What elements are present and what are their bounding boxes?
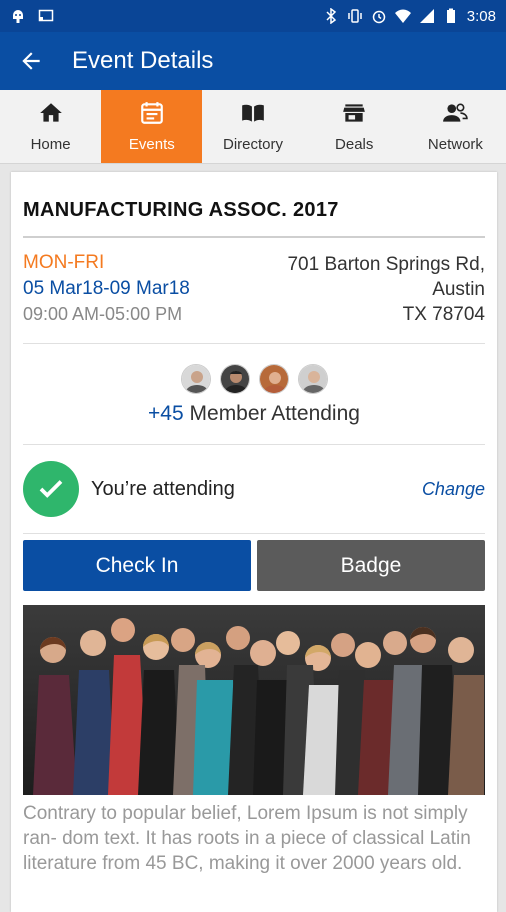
- tab-label: Events: [128, 136, 175, 153]
- check-icon: [23, 461, 79, 517]
- avatar: [180, 364, 211, 394]
- tab-network[interactable]: Network: [405, 90, 506, 163]
- action-buttons: Check In Badge: [23, 534, 485, 605]
- event-address[interactable]: 701 Barton Springs Rd, Austin TX 78704: [287, 252, 485, 327]
- event-card: MANUFACTURING ASSOC. 2017 MON-FRI 05 Mar…: [11, 172, 497, 912]
- battery-icon: [443, 8, 459, 24]
- tab-directory[interactable]: Directory: [202, 90, 303, 163]
- status-bar: 3:08: [0, 0, 506, 32]
- event-time: 09:00 AM-05:00 PM: [23, 304, 183, 324]
- arrow-left-icon[interactable]: [18, 47, 46, 75]
- tab-label: Directory: [223, 136, 284, 153]
- tab-label: Home: [30, 136, 71, 153]
- cast-icon: [38, 8, 54, 24]
- people-icon: [442, 100, 469, 130]
- book-icon: [240, 100, 266, 130]
- app-bar: Event Details: [0, 32, 506, 90]
- tab-events[interactable]: Events: [101, 90, 203, 163]
- page-title: Event Details: [72, 47, 214, 74]
- avatar: [219, 364, 250, 394]
- address-line2: Austin: [432, 279, 485, 300]
- avatar: [297, 364, 328, 394]
- wifi-icon: [394, 8, 411, 24]
- status-time: 3:08: [466, 7, 496, 25]
- attendees-section[interactable]: +45 Member Attending: [23, 344, 485, 445]
- event-dates: MON-FRI 05 Mar18-09 Mar18 09:00 AM-05:00…: [23, 252, 190, 327]
- bluetooth-icon: [323, 7, 339, 25]
- attending-status: You’re attending Change: [23, 445, 485, 534]
- attendee-count-line: +45 Member Attending: [23, 402, 485, 426]
- tab-deals[interactable]: Deals: [304, 90, 405, 163]
- attendee-avatars: [23, 364, 485, 394]
- alarm-icon: [371, 8, 387, 24]
- address-line1: 701 Barton Springs Rd,: [287, 254, 485, 275]
- event-title: MANUFACTURING ASSOC. 2017: [23, 172, 485, 238]
- tab-label: Network: [427, 136, 483, 153]
- home-icon: [38, 100, 64, 130]
- tab-bar: Home Events Directory Deals Network: [0, 90, 506, 164]
- address-line3: TX 78704: [402, 304, 485, 325]
- change-link[interactable]: Change: [422, 479, 485, 500]
- vibrate-icon: [347, 8, 363, 24]
- event-description: Contrary to popular belief, Lorem Ipsum …: [23, 803, 471, 874]
- android-icon: [10, 8, 26, 24]
- tab-home[interactable]: Home: [0, 90, 101, 163]
- calendar-icon: [139, 100, 165, 130]
- avatar: [258, 364, 289, 394]
- check-in-button[interactable]: Check In: [23, 540, 251, 591]
- event-photo: [23, 605, 485, 795]
- event-schedule: MON-FRI 05 Mar18-09 Mar18 09:00 AM-05:00…: [23, 238, 485, 344]
- attendee-count: +45: [148, 402, 184, 425]
- event-date-range: 05 Mar18-09 Mar18: [23, 278, 190, 299]
- tab-label: Deals: [335, 136, 374, 153]
- badge-button[interactable]: Badge: [257, 540, 485, 591]
- event-days: MON-FRI: [23, 252, 105, 273]
- attending-label: You’re attending: [91, 477, 235, 500]
- signal-icon: [419, 8, 435, 24]
- store-icon: [341, 100, 367, 130]
- attendee-label: Member Attending: [189, 402, 360, 425]
